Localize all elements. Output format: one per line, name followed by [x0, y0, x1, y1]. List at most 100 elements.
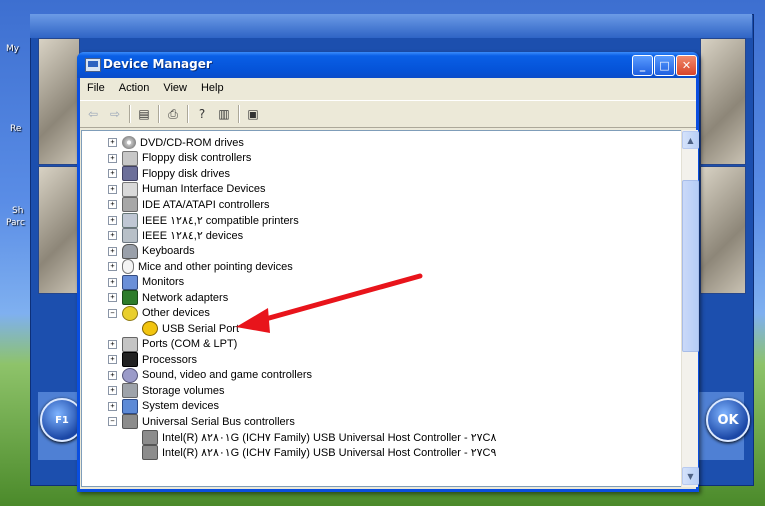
scan-hardware-icon[interactable]: ▣	[244, 105, 262, 123]
close-button[interactable]: ✕	[676, 55, 697, 76]
minimize-button[interactable]: _	[632, 55, 653, 76]
tree-item[interactable]: + System devices	[108, 398, 220, 414]
scroll-thumb[interactable]	[682, 180, 699, 352]
properties-icon[interactable]: ▤	[135, 105, 153, 123]
collapse-icon[interactable]: −	[108, 308, 117, 318]
other-devices-icon	[122, 305, 138, 321]
tree-item-label: Mice and other pointing devices	[138, 260, 293, 273]
tree-item[interactable]: + Storage volumes	[108, 383, 225, 398]
expand-icon[interactable]: +	[108, 401, 117, 411]
expand-icon[interactable]: +	[108, 200, 117, 209]
print-icon[interactable]: ⎙	[164, 105, 182, 123]
tree-item[interactable]: Intel(R) ٨٢٨٠١G (ICH٧ Family) USB Univer…	[128, 445, 496, 460]
scroll-up-icon[interactable]: ▲	[682, 131, 699, 149]
tree-item[interactable]: + IEEE ١٢٨٤,٢ devices	[108, 228, 243, 243]
tree-item[interactable]: − Universal Serial Bus controllers	[108, 414, 295, 429]
tree-item-label: IEEE ١٢٨٤,٢ devices	[142, 230, 244, 242]
usb-icon	[122, 414, 138, 429]
device-manager-icon	[85, 58, 101, 72]
dvd-icon	[122, 136, 136, 149]
expand-icon[interactable]: +	[108, 246, 117, 256]
tree-item-label: Human Interface Devices	[142, 183, 266, 195]
tree-item-label: IEEE ١٢٨٤,٢ compatible printers	[142, 214, 299, 227]
expand-icon[interactable]: +	[108, 386, 117, 395]
help-icon[interactable]: ?	[193, 105, 211, 123]
ieee-device-icon	[122, 228, 138, 243]
expand-icon[interactable]: +	[108, 215, 117, 225]
maximize-button[interactable]: □	[654, 55, 675, 76]
forward-icon[interactable]: ⇨	[106, 105, 124, 123]
expand-icon[interactable]: +	[108, 169, 117, 178]
tree-item-label: System devices	[142, 400, 220, 412]
storage-icon	[122, 383, 138, 398]
expand-icon[interactable]: +	[108, 277, 117, 287]
collapse-icon[interactable]: −	[108, 417, 117, 426]
usb-controller-icon	[142, 445, 158, 460]
tree-item-label: Universal Serial Bus controllers	[142, 415, 295, 428]
expand-icon[interactable]: +	[108, 138, 117, 147]
expand-icon[interactable]: +	[108, 262, 117, 271]
window-client-area: File Action View Help ⇦ ⇨ ▤ ⎙ ? ▥ ▣ + DVD…	[80, 78, 699, 489]
device-manager-window: Device Manager _ □ ✕ File Action View He…	[77, 52, 699, 492]
tree-item[interactable]: + Sound, video and game controllers	[108, 367, 312, 383]
tree-item[interactable]: + Human Interface Devices	[108, 181, 266, 197]
tree-item[interactable]: + IDE ATA/ATAPI controllers	[108, 197, 270, 212]
tree-item[interactable]: + Floppy disk drives	[108, 166, 230, 181]
desktop-icon-label[interactable]: Re	[10, 124, 21, 134]
desktop-icon-label[interactable]: Sh	[12, 206, 23, 216]
tree-item-label: Keyboards	[142, 245, 195, 257]
menu-help[interactable]: Help	[194, 82, 231, 94]
tree-item-label: Storage volumes	[142, 384, 225, 397]
device-tree[interactable]: + DVD/CD-ROM drives + Floppy disk controlle…	[81, 130, 683, 487]
tree-item[interactable]: + Ports (COM & LPT)	[108, 336, 237, 352]
desktop-icon-label[interactable]: My	[6, 44, 19, 54]
tree-item[interactable]: + Network adapters	[108, 290, 228, 305]
toolbar: ⇦ ⇨ ▤ ⎙ ? ▥ ▣	[80, 100, 696, 128]
tree-item[interactable]: + Mice and other pointing devices	[108, 259, 293, 274]
photo-thumbnail	[38, 166, 80, 294]
monitor-icon	[122, 274, 138, 290]
usb-controller-icon	[142, 429, 158, 445]
expand-icon[interactable]: +	[108, 339, 117, 349]
menu-view[interactable]: View	[156, 82, 194, 94]
ok-button[interactable]: OK	[706, 398, 750, 442]
scroll-down-icon[interactable]: ▼	[682, 467, 699, 485]
tree-item-label: USB Serial Port	[162, 322, 240, 335]
mouse-icon	[122, 259, 134, 274]
tree-item[interactable]: − Other devices	[108, 305, 210, 321]
desktop-icon-label[interactable]: Parc	[6, 218, 25, 228]
toolbar-separator	[129, 105, 131, 123]
expand-icon[interactable]: +	[108, 184, 117, 194]
ide-icon	[122, 197, 138, 212]
close-icon: ✕	[681, 59, 692, 72]
f1-label: F1	[55, 414, 69, 426]
warning-device-icon	[142, 321, 158, 336]
tree-item[interactable]: + Monitors	[108, 274, 184, 290]
expand-icon[interactable]: +	[108, 293, 117, 302]
tree-item[interactable]: Intel(R) ٨٢٨٠١G (ICH٧ Family) USB Univer…	[128, 429, 496, 445]
toolbar-separator	[158, 105, 160, 123]
expand-icon[interactable]: +	[108, 370, 117, 380]
tree-item[interactable]: + Processors	[108, 352, 197, 367]
floppy-controller-icon	[122, 150, 138, 166]
tree-item-label: Sound, video and game controllers	[142, 369, 312, 381]
tree-item[interactable]: + DVD/CD-ROM drives	[108, 135, 244, 150]
vertical-scrollbar[interactable]: ▲ ▼	[681, 130, 699, 487]
expand-icon[interactable]: +	[108, 355, 117, 364]
back-icon[interactable]: ⇦	[84, 105, 102, 123]
network-adapter-icon	[122, 290, 138, 305]
menu-file[interactable]: File	[80, 82, 112, 94]
toolbar-separator	[187, 105, 189, 123]
tree-item[interactable]: + IEEE ١٢٨٤,٢ compatible printers	[108, 212, 299, 228]
tree-item[interactable]: + Keyboards	[108, 243, 195, 259]
tree-item[interactable]: USB Serial Port	[128, 321, 239, 336]
expand-icon[interactable]: +	[108, 153, 117, 163]
tree-item[interactable]: + Floppy disk controllers	[108, 150, 251, 166]
printer-icon	[122, 212, 138, 228]
menu-action[interactable]: Action	[112, 82, 157, 94]
tree-item-label: Other devices	[142, 307, 210, 319]
title-bar[interactable]: Device Manager _ □ ✕	[77, 52, 699, 78]
show-hide-icon[interactable]: ▥	[215, 105, 233, 123]
hid-icon	[122, 181, 138, 197]
expand-icon[interactable]: +	[108, 231, 117, 240]
